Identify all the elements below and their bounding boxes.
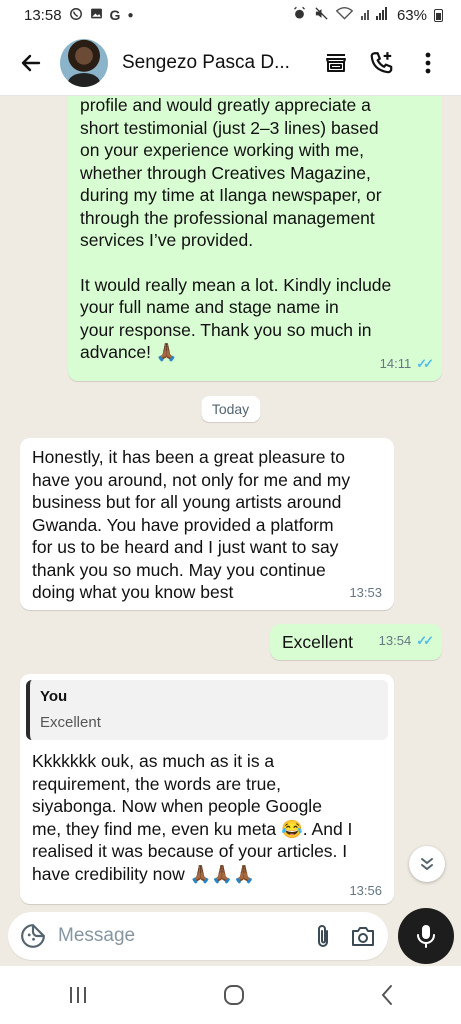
wifi-icon [335,6,354,24]
message-line: thank you so much. May you continue [32,559,326,580]
sticker-button[interactable] [20,923,46,949]
message-incoming[interactable]: You Excellent Kkkkkkk ouk, as much as it… [20,674,394,904]
alarm-icon [292,6,307,25]
back-chevron-icon [381,985,392,1005]
message-line: siyabonga. Now when people Google [32,796,322,816]
message-time: 13:56 [349,882,382,898]
quote-text: Excellent [40,713,101,731]
home-icon [223,985,244,1005]
chat-header: Sengezo Pasca D... [0,30,461,96]
message-outgoing[interactable]: Excellent 13:54 ✓✓ [270,624,442,660]
message-line: advance! 🙏🏾 [80,342,178,362]
message-line: Gwanda. You have provided a platform [32,514,334,535]
date-chip: Today [200,396,261,422]
google-icon: G [109,7,121,23]
whatsapp-icon [69,7,83,24]
message-line: It would really mean a lot. Kindly inclu… [80,274,392,295]
add-call-icon [370,51,393,73]
quoted-message[interactable]: You Excellent [26,680,388,740]
message-line: your response. Thank you so much in [80,319,372,340]
message-line [80,252,430,274]
camera-button[interactable] [350,924,376,948]
mute-icon [314,6,329,25]
store-icon [326,53,346,72]
avatar[interactable] [60,38,108,87]
message-line: Kkkkkkk ouk, as much as it is a [32,751,275,771]
message-input[interactable] [56,924,314,948]
recent-apps-button[interactable] [68,986,88,1004]
message-line: through the professional management [80,207,375,228]
message-meta: 13:53 [349,582,382,605]
message-composer [8,912,388,960]
more-options-button[interactable] [405,40,451,86]
message-meta: 13:54 ✓✓ [378,630,434,653]
quote-author: You [40,688,68,705]
call-button[interactable] [359,40,405,86]
voice-message-button[interactable] [398,908,454,964]
home-button[interactable] [223,984,245,1006]
message-line: during my time at Ilanga newspaper, or [80,185,382,205]
back-nav-button[interactable] [380,984,394,1006]
status-time: 13:58 [24,6,62,24]
read-receipt-icon: ✓✓ [416,355,434,371]
back-button[interactable] [14,46,48,80]
status-left: 13:58 G ● [24,7,133,24]
signal-icon [360,6,390,24]
sticker-icon [21,924,45,948]
dot-icon: ● [127,9,134,21]
message-outgoing[interactable]: profile and would greatly appreciate a s… [68,96,442,381]
gallery-icon [90,7,103,23]
chat-area[interactable]: profile and would greatly appreciate a s… [0,96,461,908]
message-time: 13:53 [349,584,382,600]
double-chevron-down-icon [421,858,433,871]
status-bar: 13:58 G ● 63% [0,0,461,30]
attach-button[interactable] [314,923,332,949]
message-line: for us to be heard and I just want to sa… [32,537,339,557]
message-line: have you around, not only for me and my [32,469,351,490]
message-meta: 13:56 [349,880,382,903]
catalog-button[interactable] [313,40,359,86]
camera-icon [352,927,374,946]
message-body: Kkkkkkk ouk, as much as it is a requirem… [26,750,388,885]
back-arrow-icon [21,54,41,71]
system-nav-bar [0,966,461,1024]
message-line: on your experience working with me, [80,140,365,160]
message-time: 14:11 [379,355,412,371]
message-line: whether through Creatives Magazine, [80,162,371,183]
more-vert-icon [425,52,431,73]
message-meta: 14:11 ✓✓ [379,353,434,376]
message-line: your full name and stage name in [80,297,339,317]
message-time: 13:54 [378,632,412,648]
recents-icon [69,987,86,1003]
message-line: business but for all young artists aroun… [32,492,342,512]
message-line: profile and would greatly appreciate a [80,96,371,115]
contact-name[interactable]: Sengezo Pasca D... [122,52,313,74]
message-incoming[interactable]: Honestly, it has been a great pleasure t… [20,438,394,610]
read-receipt-icon: ✓✓ [416,632,434,648]
battery-icon [434,8,443,22]
message-line: services I’ve provided. [80,230,254,250]
message-line: doing what you know best [32,582,234,602]
message-line: requirement, the words are true, [32,773,282,794]
paperclip-icon [318,925,328,947]
mic-icon [417,925,435,948]
status-right: 63% [292,6,443,25]
message-line: me, they find me, even ku meta 😂. And I [32,818,353,839]
message-line: short testimonial (just 2–3 lines) based [80,117,379,138]
scroll-to-bottom-button[interactable] [409,846,445,882]
message-line: Honestly, it has been a great pleasure t… [32,447,345,467]
message-line: have credibility now 🙏🏾🙏🏾🙏🏾 [32,863,255,884]
message-line: realised it was because of your articles… [32,841,348,861]
battery-text: 63% [396,6,427,24]
